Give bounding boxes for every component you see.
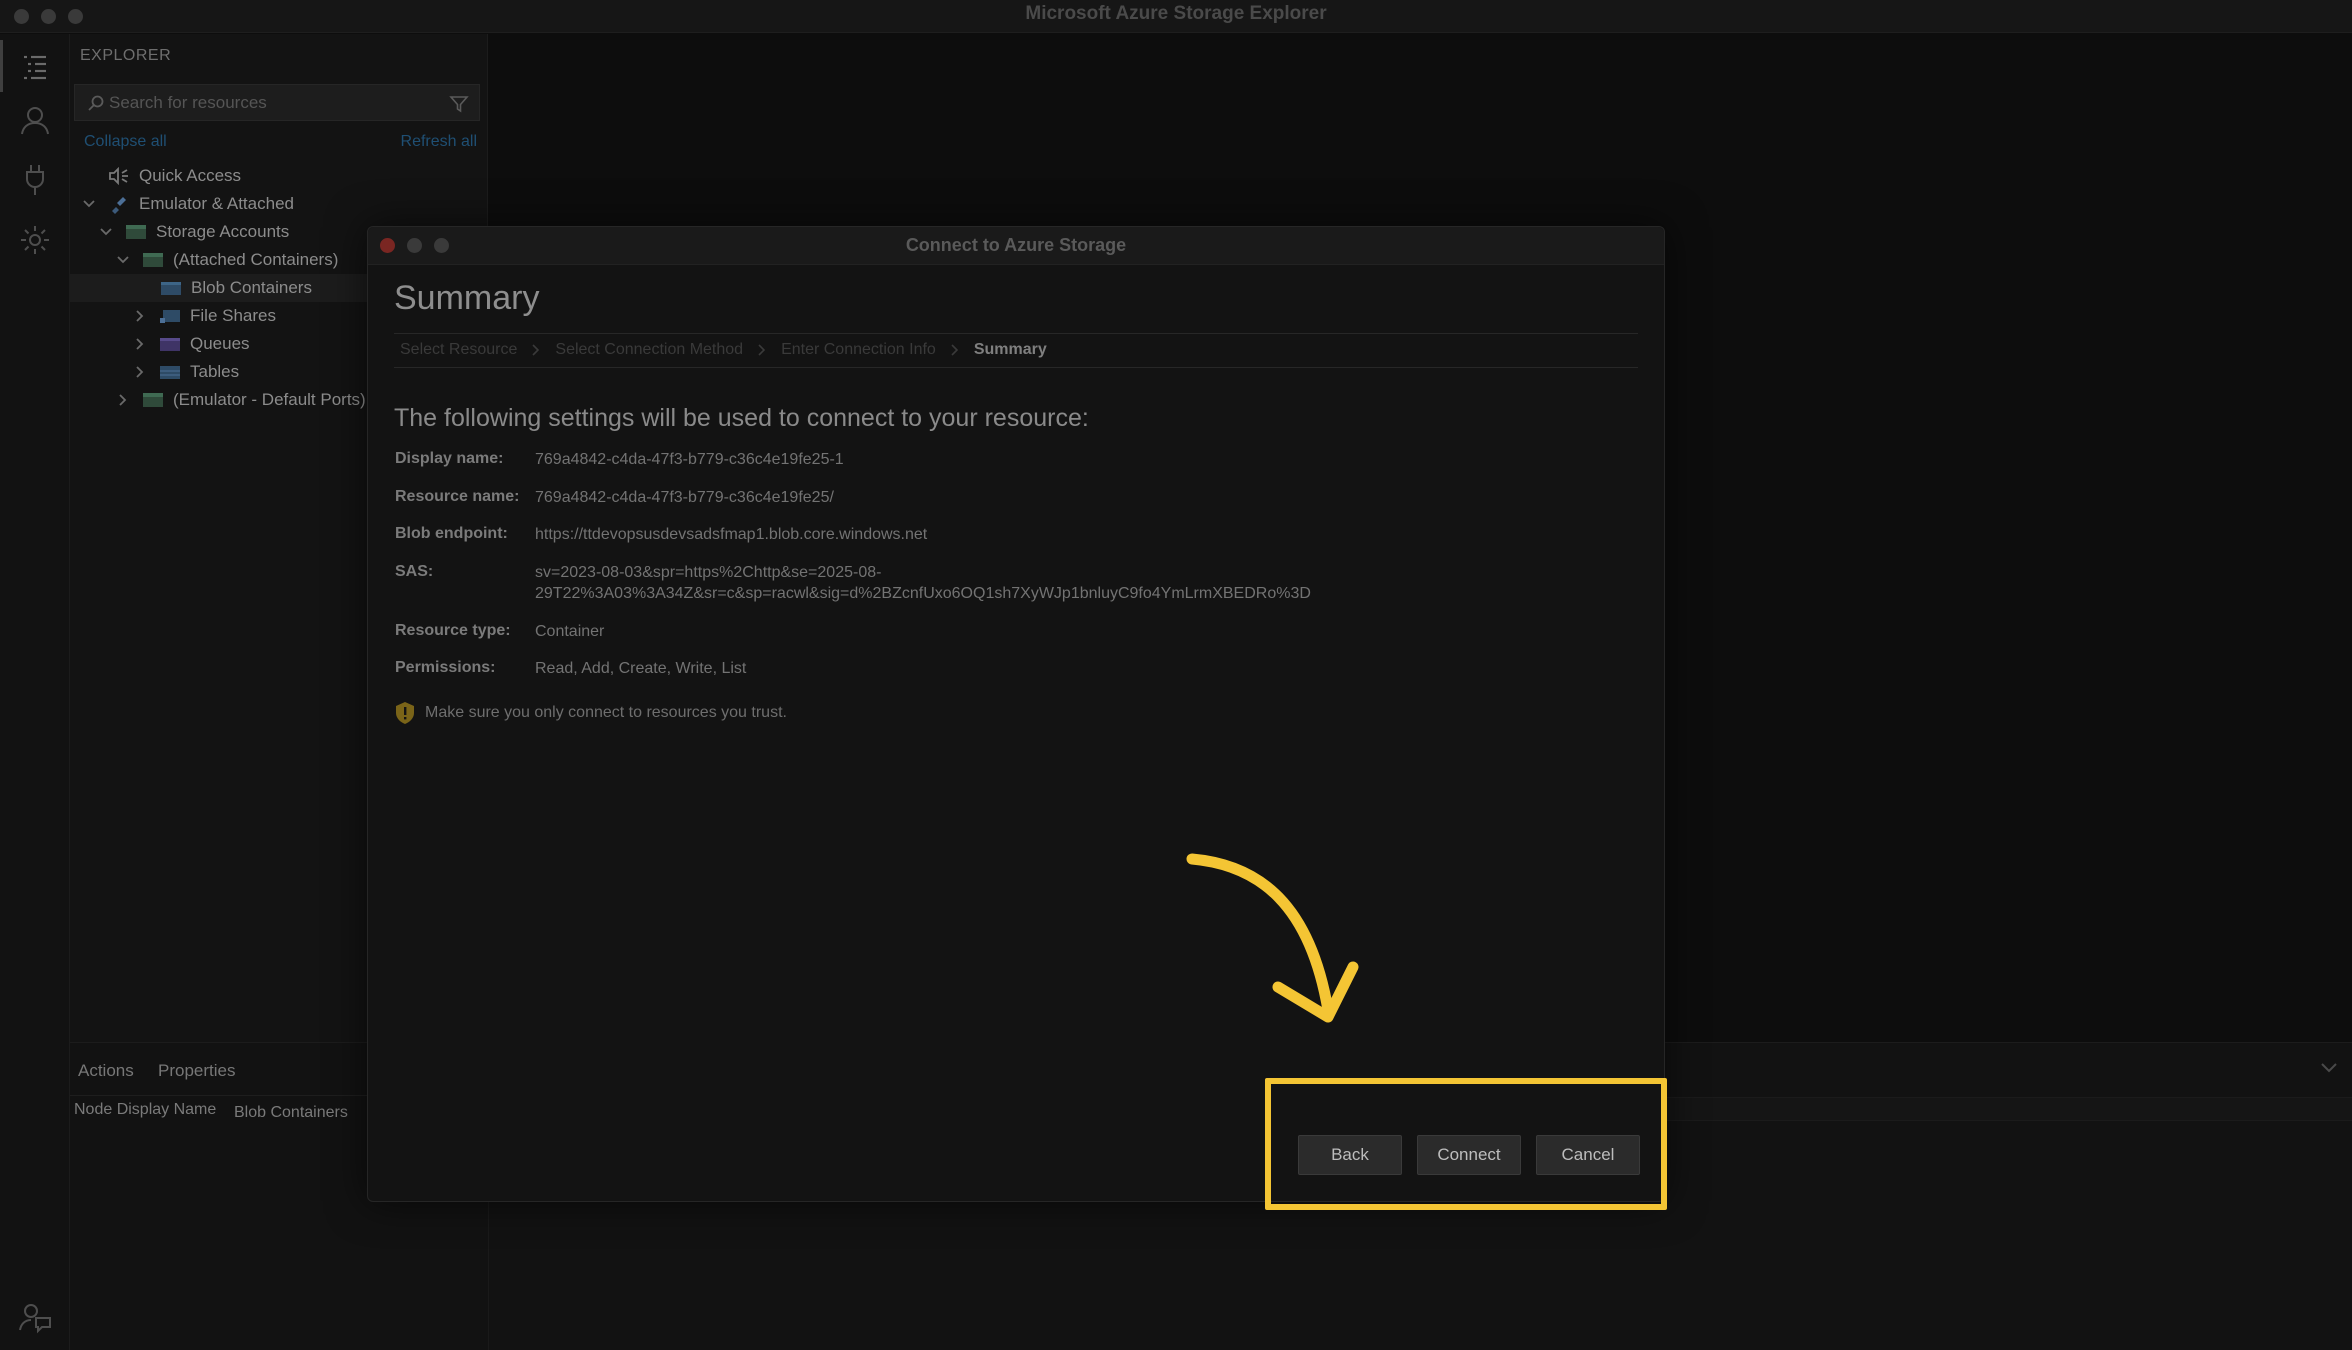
file-share-icon <box>159 307 181 325</box>
display-name-label: Display name: <box>395 450 504 467</box>
tree-item-label: Emulator & Attached <box>139 194 294 213</box>
dialog-titlebar: Connect to Azure Storage <box>368 227 1664 265</box>
list-icon <box>24 55 46 80</box>
queue-icon <box>159 335 181 353</box>
tree-item-label: Quick Access <box>139 166 242 185</box>
storage-account-icon <box>142 251 164 269</box>
search-input[interactable] <box>109 89 429 117</box>
divider <box>394 367 1638 368</box>
settings-activity-button[interactable] <box>15 220 55 260</box>
permissions-label: Permissions: <box>395 659 496 676</box>
gear-icon <box>21 226 49 254</box>
window-titlebar: Microsoft Azure Storage Explorer <box>0 0 2352 33</box>
chevron-down-icon[interactable] <box>80 195 98 213</box>
breadcrumb-step-select-resource: Select Resource <box>400 341 518 358</box>
storage-account-icon <box>125 223 147 241</box>
chevron-right-icon[interactable] <box>114 391 132 409</box>
blob-endpoint-label: Blob endpoint: <box>395 525 508 542</box>
tab-properties[interactable]: Properties <box>158 1061 235 1081</box>
activity-bar <box>0 34 70 1350</box>
breadcrumb-step-select-connection-method: Select Connection Method <box>555 341 744 358</box>
pointer-arrow-icon <box>1186 853 1359 1023</box>
chevron-down-icon[interactable] <box>97 223 115 241</box>
storage-account-icon <box>142 391 164 409</box>
chevron-down-icon[interactable] <box>2320 1061 2338 1079</box>
chevron-down-icon[interactable] <box>114 251 132 269</box>
divider <box>394 333 1638 334</box>
resource-type-label: Resource type: <box>395 622 511 639</box>
sas-label: SAS: <box>395 563 434 580</box>
permissions-value: Read, Add, Create, Write, List <box>535 660 747 677</box>
explorer-activity-button[interactable] <box>0 40 55 92</box>
chevron-right-icon <box>757 343 767 357</box>
resource-type-value: Container <box>535 623 605 640</box>
connect-dialog: Connect to Azure Storage Summary Select … <box>367 226 1665 1202</box>
sas-value: sv=2023-08-03&spr=https%2Chttp&se=2025-0… <box>535 562 1311 604</box>
highlight-box <box>1265 1078 1667 1210</box>
resource-name-label: Resource name: <box>395 488 520 505</box>
warning-text: Make sure you only connect to resources … <box>425 704 787 721</box>
blob-endpoint-value: https://ttdevopsusdevsadsfmap1.blob.core… <box>535 526 928 543</box>
explorer-header: EXPLORER <box>80 47 172 64</box>
tree-item-label: Queues <box>190 334 250 353</box>
resource-name-value: 769a4842-c4da-47f3-b779-c36c4e19fe25/ <box>535 489 834 506</box>
plug-icon <box>26 165 44 195</box>
plug-icon <box>108 195 130 214</box>
display-name-value: 769a4842-c4da-47f3-b779-c36c4e19fe25-1 <box>535 451 844 468</box>
search-icon <box>87 94 105 117</box>
shield-warning-icon <box>394 701 416 725</box>
tree-item-label: (Emulator - Default Ports) <box>173 390 366 409</box>
chevron-right-icon[interactable] <box>131 335 149 353</box>
chevron-right-icon <box>531 343 541 357</box>
tree-item-emulator-attached[interactable]: Emulator & Attached <box>70 190 488 218</box>
breadcrumb-step-enter-connection-info: Enter Connection Info <box>781 341 936 358</box>
tree-item-label: Blob Containers <box>191 278 312 297</box>
person-icon <box>21 107 49 135</box>
account-activity-button[interactable] <box>15 100 55 140</box>
connect-activity-button[interactable] <box>15 160 55 200</box>
tree-item-label: Tables <box>190 362 240 381</box>
breadcrumb-step-summary: Summary <box>973 341 1047 358</box>
page-title: Summary <box>394 279 540 317</box>
trust-warning: Make sure you only connect to resources … <box>394 701 787 725</box>
tree-item-quick-access[interactable]: Quick Access <box>70 162 488 190</box>
breadcrumb: Select Resource Select Connection Method… <box>400 341 1047 359</box>
sas-value-line: 29T22%3A03%3A34Z&sr=c&sp=racwl&sig=d%2BZ… <box>535 585 1311 602</box>
property-name: Node Display Name <box>74 1101 217 1118</box>
filter-icon[interactable] <box>449 94 469 119</box>
quick-access-icon <box>108 167 130 185</box>
chevron-right-icon[interactable] <box>131 363 149 381</box>
chevron-right-icon[interactable] <box>131 307 149 325</box>
chevron-right-icon <box>950 343 960 357</box>
tree-item-label: Storage Accounts <box>156 222 290 241</box>
blob-container-icon <box>160 279 182 297</box>
sas-value-line: sv=2023-08-03&spr=https%2Chttp&se=2025-0… <box>535 564 882 581</box>
window-title: Microsoft Azure Storage Explorer <box>1025 3 1327 24</box>
tree-item-label: File Shares <box>190 306 276 325</box>
search-box <box>74 84 480 121</box>
dialog-title: Connect to Azure Storage <box>905 235 1127 255</box>
collapse-all-link[interactable]: Collapse all <box>84 133 167 151</box>
refresh-all-link[interactable]: Refresh all <box>401 133 477 151</box>
tab-actions[interactable]: Actions <box>78 1061 134 1081</box>
tree-item-label: (Attached Containers) <box>173 250 339 269</box>
property-value: Blob Containers <box>234 1104 348 1121</box>
feedback-icon[interactable] <box>18 1300 52 1339</box>
table-icon <box>159 363 181 381</box>
summary-intro: The following settings will be used to c… <box>394 404 1089 432</box>
